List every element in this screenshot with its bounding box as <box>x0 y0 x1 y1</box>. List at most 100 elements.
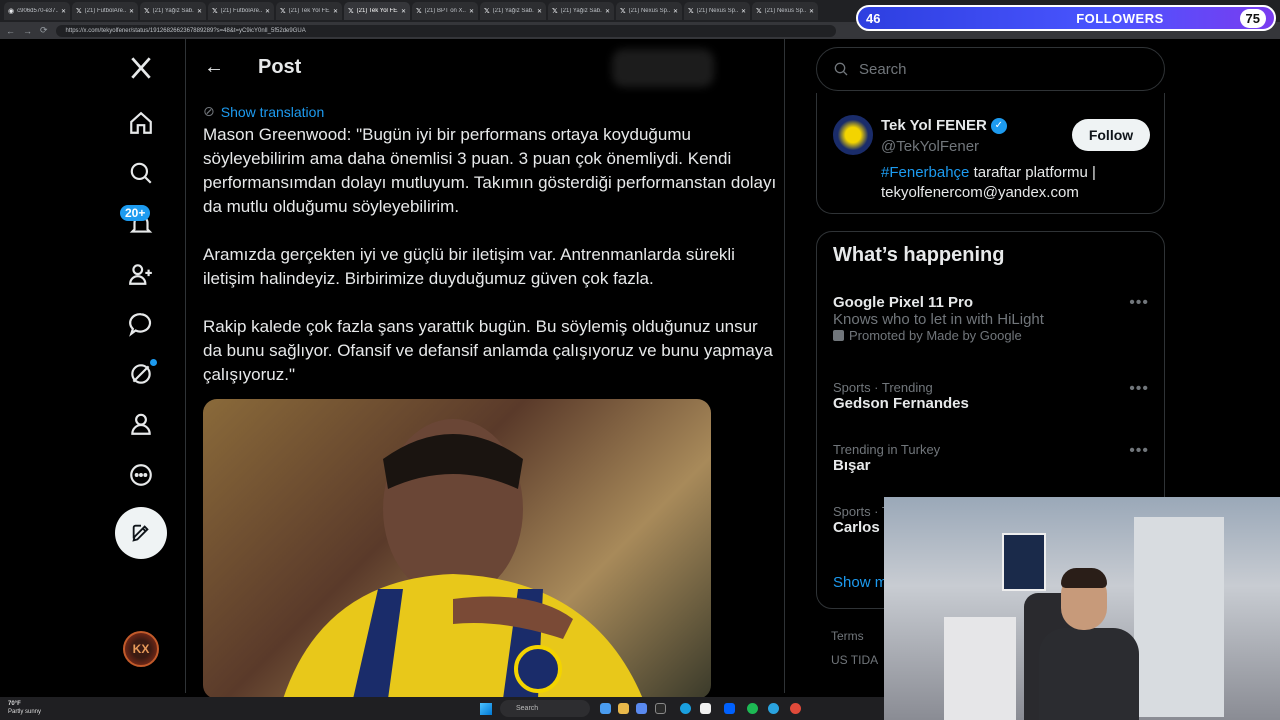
tab-title: (21) Nexus Sp... <box>696 8 738 14</box>
grok-icon[interactable] <box>124 357 158 391</box>
browser-tab[interactable]: 𝕏 (21) BPT on X... ✕ <box>412 2 478 20</box>
url-field[interactable]: https://x.com/tekyolfener/status/1912682… <box>55 24 836 37</box>
wall-poster <box>1002 533 1046 591</box>
x-favicon-icon: 𝕏 <box>552 8 558 15</box>
browser-tab[interactable]: 𝕏 (21) Yağız Sab... ✕ <box>548 2 614 20</box>
trend-more-icon[interactable]: ••• <box>1129 442 1149 460</box>
explore-search-icon[interactable] <box>124 156 158 190</box>
tab-close-icon[interactable]: ✕ <box>129 8 134 15</box>
x-favicon-icon: 𝕏 <box>348 8 354 15</box>
tab-close-icon[interactable]: ✕ <box>401 8 406 15</box>
followers-current: 46 <box>866 10 881 26</box>
show-more-link[interactable]: Show m <box>833 574 887 591</box>
trend-title: Google Pixel 11 Pro <box>833 294 974 311</box>
file-explorer-icon[interactable] <box>618 703 629 714</box>
notes-icon[interactable] <box>700 703 711 714</box>
search-icon <box>834 62 848 76</box>
post-image[interactable] <box>203 399 711 699</box>
tab-close-icon[interactable]: ✕ <box>469 8 474 15</box>
follow-add-user-icon[interactable] <box>124 257 158 291</box>
forward-nav-icon[interactable]: → <box>23 26 32 36</box>
back-nav-icon[interactable]: ← <box>6 26 15 36</box>
tab-close-icon[interactable]: ✕ <box>61 8 66 15</box>
spotify-icon[interactable] <box>747 703 758 714</box>
telegram-icon[interactable] <box>768 703 779 714</box>
account-handle[interactable]: @TekYolFener <box>881 138 979 155</box>
tab-favicon-icon: ◉ <box>8 8 15 15</box>
chat-bubble-icon[interactable] <box>124 307 158 341</box>
tab-title: (21) BPT on X... <box>424 8 466 14</box>
hashtag-link[interactable]: #Fenerbahçe <box>881 164 969 181</box>
followers-goal: 75 <box>1239 8 1266 28</box>
show-translation-link[interactable]: ⊘ Show translation <box>203 103 324 120</box>
dropbox-icon[interactable] <box>724 703 735 714</box>
weather-widget[interactable]: 70°F Partly sunny <box>8 700 41 716</box>
browser-tab[interactable]: 𝕏 (21) Nexus Sp... ✕ <box>752 2 818 20</box>
app-icon[interactable] <box>655 703 666 714</box>
account-name-text: Tek Yol FENER <box>881 117 987 134</box>
post-paragraph: Rakip kalede çok fazla şans yarattık bug… <box>203 317 773 384</box>
store-icon[interactable] <box>636 703 647 714</box>
browser-tab[interactable]: 𝕏 (21) Tek Yol FE... ✕ <box>276 2 342 20</box>
tab-close-icon[interactable]: ✕ <box>741 8 746 15</box>
x-favicon-icon: 𝕏 <box>756 8 762 15</box>
trend-item[interactable]: Google Pixel 11 Pro Knows who to let in … <box>833 294 1153 343</box>
trend-item[interactable]: Trending in Turkey Bışar ••• <box>833 442 1153 474</box>
taskbar-search[interactable]: Search <box>500 700 590 717</box>
x-favicon-icon: 𝕏 <box>620 8 626 15</box>
footer-ads-link[interactable]: US TIDA <box>831 653 878 667</box>
trend-more-icon[interactable]: ••• <box>1129 380 1149 398</box>
browser-tab[interactable]: 𝕏 (21) Nexus Sp... ✕ <box>684 2 750 20</box>
browser-tab[interactable]: 𝕏 (21) FutbolAre... ✕ <box>72 2 138 20</box>
post-column: ← Post ⊘ Show translation Mason Greenwoo… <box>185 39 785 699</box>
browser-tab[interactable]: 𝕏 (21) Yağız Sab... ✕ <box>140 2 206 20</box>
followers-goal-overlay: 46 FOLLOWERS 75 <box>856 5 1276 31</box>
home-icon[interactable] <box>124 106 158 140</box>
browser-tab[interactable]: 𝕏 (21) Tek Yol FE... ✕ <box>344 2 410 20</box>
trend-desc: Knows who to let in with HiLight <box>833 311 1044 328</box>
left-navigation: 20+ KX <box>110 39 184 693</box>
browser-tab[interactable]: 𝕏 (21) Nexus Sp... ✕ <box>616 2 682 20</box>
browser-tab[interactable]: 𝕏 (21) FutbolAre... ✕ <box>208 2 274 20</box>
tab-close-icon[interactable]: ✕ <box>605 8 610 15</box>
taskview-icon[interactable] <box>600 703 611 714</box>
windows-start-icon[interactable] <box>480 703 492 715</box>
compose-feather-icon <box>132 524 149 542</box>
tab-close-icon[interactable]: ✕ <box>809 8 814 15</box>
tab-close-icon[interactable]: ✕ <box>333 8 338 15</box>
compose-post-button[interactable] <box>115 507 167 559</box>
x-favicon-icon: 𝕏 <box>76 8 82 15</box>
tab-close-icon[interactable]: ✕ <box>673 8 678 15</box>
blurred-area <box>612 49 714 87</box>
tab-close-icon[interactable]: ✕ <box>265 8 270 15</box>
tab-close-icon[interactable]: ✕ <box>537 8 542 15</box>
trend-item[interactable]: Sports · Trending Gedson Fernandes ••• <box>833 380 1153 412</box>
reload-icon[interactable]: ⟳ <box>40 25 48 36</box>
x-logo-icon[interactable] <box>124 51 158 85</box>
trend-meta: Sports · Trending <box>833 380 933 395</box>
more-options-icon[interactable] <box>124 458 158 492</box>
show-translation-label: Show translation <box>220 103 325 120</box>
account-card: Tek Yol FENER ✓ @TekYolFener #Fenerbahçe… <box>816 93 1165 214</box>
x-favicon-icon: 𝕏 <box>280 8 286 15</box>
tab-title: (21) FutbolAre... <box>84 8 126 14</box>
x-favicon-icon: 𝕏 <box>144 8 150 15</box>
tab-title: (21) Yağız Sab... <box>492 8 534 14</box>
account-avatar[interactable]: KX <box>123 631 159 667</box>
footer-terms-link[interactable]: Terms <box>831 629 864 643</box>
follow-button[interactable]: Follow <box>1072 119 1150 151</box>
trend-more-icon[interactable]: ••• <box>1129 294 1149 312</box>
browser-tab[interactable]: ◉ c906d570-e37... ✕ <box>4 2 70 20</box>
search-input[interactable]: Search <box>816 47 1165 91</box>
edge-icon[interactable] <box>680 703 691 714</box>
tab-close-icon[interactable]: ✕ <box>197 8 202 15</box>
profile-icon[interactable] <box>124 407 158 441</box>
x-favicon-icon: 𝕏 <box>484 8 490 15</box>
account-name[interactable]: Tek Yol FENER ✓ <box>881 117 1007 134</box>
browser-tab[interactable]: 𝕏 (21) Yağız Sab... ✕ <box>480 2 546 20</box>
account-card-avatar[interactable] <box>833 115 873 155</box>
trend-title: Gedson Fernandes <box>833 395 969 412</box>
trend-title: Bışar <box>833 457 871 474</box>
app-red-icon[interactable] <box>790 703 801 714</box>
back-arrow-icon[interactable]: ← <box>204 56 224 79</box>
